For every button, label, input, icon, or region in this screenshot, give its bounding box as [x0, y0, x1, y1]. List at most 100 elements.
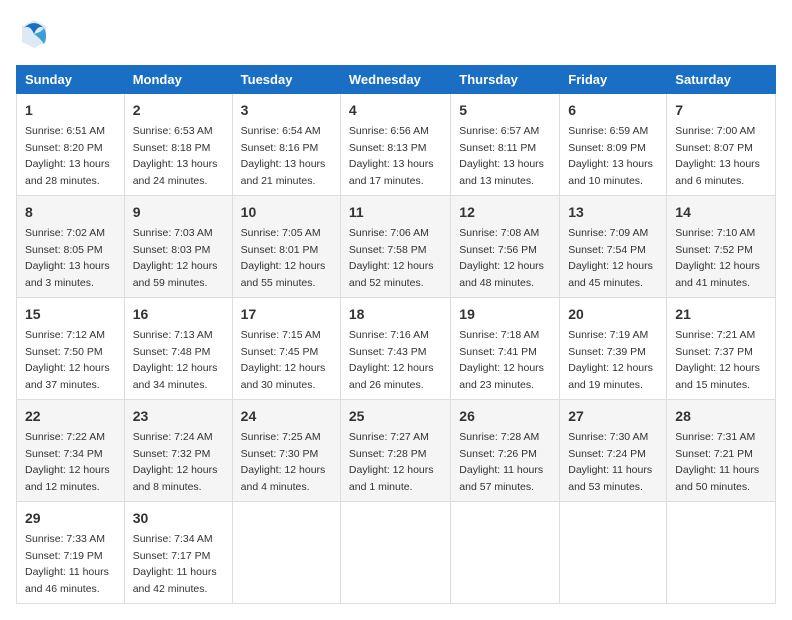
calendar-day-23: 23Sunrise: 7:24 AM Sunset: 7:32 PM Dayli…: [124, 400, 232, 502]
day-info: Sunrise: 7:19 AM Sunset: 7:39 PM Dayligh…: [568, 329, 653, 391]
day-info: Sunrise: 7:31 AM Sunset: 7:21 PM Dayligh…: [675, 431, 759, 493]
calendar-day-13: 13 Sunrise: 7:09 AM Sunset: 7:54 PM Dayli…: [560, 196, 667, 298]
day-info: Sunrise: 6:57 AM Sunset: 8:11 PM Dayligh…: [459, 125, 544, 187]
page-header: [16, 16, 776, 57]
calendar-day-20: 20 Sunrise: 7:19 AM Sunset: 7:39 PM Dayli…: [560, 298, 667, 400]
empty-cell: [667, 502, 776, 604]
day-number: 27: [568, 406, 658, 427]
calendar-day-3: 3 Sunrise: 6:54 AM Sunset: 8:16 PM Daylig…: [232, 94, 340, 196]
day-number: 18: [349, 304, 442, 325]
calendar-day-16: 16 Sunrise: 7:13 AM Sunset: 7:48 PM Dayli…: [124, 298, 232, 400]
day-info: Sunrise: 7:34 AM Sunset: 7:17 PM Dayligh…: [133, 533, 217, 595]
day-info: Sunrise: 7:25 AM Sunset: 7:30 PM Dayligh…: [241, 431, 326, 493]
calendar-day-7: 7 Sunrise: 7:00 AM Sunset: 8:07 PM Daylig…: [667, 94, 776, 196]
day-number: 24: [241, 406, 332, 427]
day-info: Sunrise: 7:15 AM Sunset: 7:45 PM Dayligh…: [241, 329, 326, 391]
calendar-day-24: 24 Sunrise: 7:25 AM Sunset: 7:30 PM Dayli…: [232, 400, 340, 502]
calendar-day-30: 30 Sunrise: 7:34 AM Sunset: 7:17 PM Dayli…: [124, 502, 232, 604]
weekday-header-tuesday: Tuesday: [232, 66, 340, 94]
calendar-day-21: 21 Sunrise: 7:21 AM Sunset: 7:37 PM Dayli…: [667, 298, 776, 400]
day-number: 11: [349, 202, 442, 223]
weekday-header-friday: Friday: [560, 66, 667, 94]
day-number: 21: [675, 304, 767, 325]
calendar-day-4: 4Sunrise: 6:56 AM Sunset: 8:13 PM Daylig…: [340, 94, 450, 196]
day-info: Sunrise: 7:12 AM Sunset: 7:50 PM Dayligh…: [25, 329, 110, 391]
calendar-day-26: 26 Sunrise: 7:28 AM Sunset: 7:26 PM Dayli…: [451, 400, 560, 502]
calendar-day-27: 27Sunrise: 7:30 AM Sunset: 7:24 PM Dayli…: [560, 400, 667, 502]
calendar-day-29: 29Sunrise: 7:33 AM Sunset: 7:19 PM Dayli…: [17, 502, 125, 604]
day-number: 1: [25, 100, 116, 121]
day-number: 28: [675, 406, 767, 427]
day-number: 26: [459, 406, 551, 427]
calendar-table: SundayMondayTuesdayWednesdayThursdayFrid…: [16, 65, 776, 604]
day-info: Sunrise: 7:28 AM Sunset: 7:26 PM Dayligh…: [459, 431, 543, 493]
calendar-day-22: 22Sunrise: 7:22 AM Sunset: 7:34 PM Dayli…: [17, 400, 125, 502]
day-number: 2: [133, 100, 224, 121]
day-info: Sunrise: 7:00 AM Sunset: 8:07 PM Dayligh…: [675, 125, 760, 187]
calendar-day-18: 18 Sunrise: 7:16 AM Sunset: 7:43 PM Dayli…: [340, 298, 450, 400]
empty-cell: [560, 502, 667, 604]
weekday-header-sunday: Sunday: [17, 66, 125, 94]
day-number: 5: [459, 100, 551, 121]
day-info: Sunrise: 7:08 AM Sunset: 7:56 PM Dayligh…: [459, 227, 544, 289]
day-number: 8: [25, 202, 116, 223]
day-info: Sunrise: 7:10 AM Sunset: 7:52 PM Dayligh…: [675, 227, 760, 289]
day-number: 4: [349, 100, 442, 121]
weekday-header-row: SundayMondayTuesdayWednesdayThursdayFrid…: [17, 66, 776, 94]
day-number: 25: [349, 406, 442, 427]
calendar-day-2: 2 Sunrise: 6:53 AM Sunset: 8:18 PM Daylig…: [124, 94, 232, 196]
calendar-row: 8 Sunrise: 7:02 AM Sunset: 8:05 PM Daylig…: [17, 196, 776, 298]
day-info: Sunrise: 7:02 AM Sunset: 8:05 PM Dayligh…: [25, 227, 110, 289]
weekday-header-wednesday: Wednesday: [340, 66, 450, 94]
day-number: 20: [568, 304, 658, 325]
day-info: Sunrise: 7:09 AM Sunset: 7:54 PM Dayligh…: [568, 227, 653, 289]
day-info: Sunrise: 7:16 AM Sunset: 7:43 PM Dayligh…: [349, 329, 434, 391]
day-number: 14: [675, 202, 767, 223]
day-info: Sunrise: 7:18 AM Sunset: 7:41 PM Dayligh…: [459, 329, 544, 391]
calendar-row: 22Sunrise: 7:22 AM Sunset: 7:34 PM Dayli…: [17, 400, 776, 502]
day-number: 10: [241, 202, 332, 223]
calendar-day-25: 25 Sunrise: 7:27 AM Sunset: 7:28 PM Dayli…: [340, 400, 450, 502]
day-number: 19: [459, 304, 551, 325]
day-number: 16: [133, 304, 224, 325]
day-number: 13: [568, 202, 658, 223]
weekday-header-saturday: Saturday: [667, 66, 776, 94]
day-info: Sunrise: 6:59 AM Sunset: 8:09 PM Dayligh…: [568, 125, 653, 187]
calendar-day-9: 9Sunrise: 7:03 AM Sunset: 8:03 PM Daylig…: [124, 196, 232, 298]
day-info: Sunrise: 7:22 AM Sunset: 7:34 PM Dayligh…: [25, 431, 110, 493]
calendar-day-6: 6 Sunrise: 6:59 AM Sunset: 8:09 PM Daylig…: [560, 94, 667, 196]
day-number: 12: [459, 202, 551, 223]
calendar-day-28: 28 Sunrise: 7:31 AM Sunset: 7:21 PM Dayli…: [667, 400, 776, 502]
day-number: 7: [675, 100, 767, 121]
calendar-day-10: 10 Sunrise: 7:05 AM Sunset: 8:01 PM Dayli…: [232, 196, 340, 298]
day-info: Sunrise: 7:05 AM Sunset: 8:01 PM Dayligh…: [241, 227, 326, 289]
logo: [16, 16, 52, 57]
empty-cell: [232, 502, 340, 604]
calendar-day-17: 17 Sunrise: 7:15 AM Sunset: 7:45 PM Dayli…: [232, 298, 340, 400]
day-info: Sunrise: 6:54 AM Sunset: 8:16 PM Dayligh…: [241, 125, 326, 187]
day-info: Sunrise: 6:53 AM Sunset: 8:18 PM Dayligh…: [133, 125, 218, 187]
calendar-row: 15 Sunrise: 7:12 AM Sunset: 7:50 PM Dayli…: [17, 298, 776, 400]
empty-cell: [340, 502, 450, 604]
calendar-day-5: 5 Sunrise: 6:57 AM Sunset: 8:11 PM Daylig…: [451, 94, 560, 196]
day-number: 6: [568, 100, 658, 121]
day-info: Sunrise: 7:21 AM Sunset: 7:37 PM Dayligh…: [675, 329, 760, 391]
day-info: Sunrise: 7:03 AM Sunset: 8:03 PM Dayligh…: [133, 227, 218, 289]
weekday-header-monday: Monday: [124, 66, 232, 94]
day-info: Sunrise: 6:51 AM Sunset: 8:20 PM Dayligh…: [25, 125, 110, 187]
day-info: Sunrise: 7:24 AM Sunset: 7:32 PM Dayligh…: [133, 431, 218, 493]
calendar-day-14: 14 Sunrise: 7:10 AM Sunset: 7:52 PM Dayli…: [667, 196, 776, 298]
calendar-row: 29Sunrise: 7:33 AM Sunset: 7:19 PM Dayli…: [17, 502, 776, 604]
day-info: Sunrise: 7:06 AM Sunset: 7:58 PM Dayligh…: [349, 227, 434, 289]
day-number: 17: [241, 304, 332, 325]
day-info: Sunrise: 7:13 AM Sunset: 7:48 PM Dayligh…: [133, 329, 218, 391]
day-info: Sunrise: 7:27 AM Sunset: 7:28 PM Dayligh…: [349, 431, 434, 493]
calendar-day-8: 8 Sunrise: 7:02 AM Sunset: 8:05 PM Daylig…: [17, 196, 125, 298]
day-number: 30: [133, 508, 224, 529]
day-number: 3: [241, 100, 332, 121]
day-info: Sunrise: 7:33 AM Sunset: 7:19 PM Dayligh…: [25, 533, 109, 595]
calendar-day-1: 1 Sunrise: 6:51 AM Sunset: 8:20 PM Daylig…: [17, 94, 125, 196]
day-number: 15: [25, 304, 116, 325]
calendar-day-11: 11 Sunrise: 7:06 AM Sunset: 7:58 PM Dayli…: [340, 196, 450, 298]
calendar-day-12: 12 Sunrise: 7:08 AM Sunset: 7:56 PM Dayli…: [451, 196, 560, 298]
